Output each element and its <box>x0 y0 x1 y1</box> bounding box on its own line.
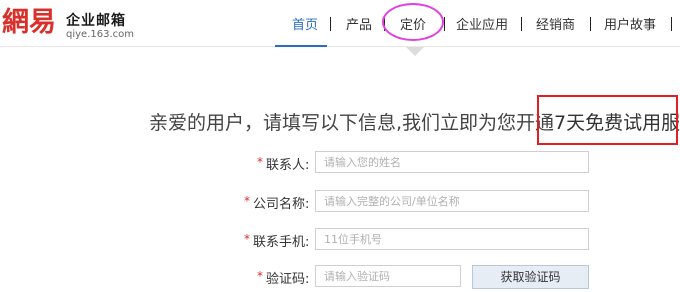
form-row-phone: * 联系手机: <box>0 228 680 252</box>
form-row-company: * 公司名称: <box>0 190 680 214</box>
verification-code-input[interactable] <box>315 265 461 287</box>
brand-title: 企业邮箱 <box>66 13 126 29</box>
header-divider <box>0 46 680 47</box>
nav-item-enterprise-apps[interactable]: 企业应用 <box>456 14 508 33</box>
highlight-box-annotation <box>537 95 678 145</box>
active-tab-indicator <box>275 45 327 47</box>
contact-label: 联系人: <box>266 158 310 173</box>
dropdown-caret-icon <box>406 47 424 56</box>
company-label: 公司名称: <box>253 197 310 212</box>
nav-item-products[interactable]: 产品 <box>346 14 372 33</box>
nav-item-user-stories[interactable]: 用户故事 <box>604 14 656 33</box>
mobile-phone-input[interactable] <box>315 228 589 250</box>
form-row-contact: * 联系人: <box>0 151 680 175</box>
nav-item-home[interactable]: 首页 <box>292 14 318 33</box>
nav-separator <box>671 17 672 31</box>
contact-name-input[interactable] <box>315 151 589 173</box>
nav-item-resellers[interactable]: 经销商 <box>536 14 575 33</box>
required-mark: * <box>244 232 250 246</box>
company-name-input[interactable] <box>315 190 589 212</box>
highlight-circle-annotation <box>382 3 444 41</box>
captcha-label: 验证码: <box>266 272 310 287</box>
nav-separator <box>330 17 331 31</box>
nav-separator <box>590 17 591 31</box>
form-row-captcha: * 验证码: 获取验证码 <box>0 265 680 289</box>
brand-domain: qiye.163.com <box>66 29 134 40</box>
phone-label: 联系手机: <box>253 235 310 250</box>
headline-prefix: 亲爱的用户，请填写以下信息,我们立即为您开通 <box>149 112 555 134</box>
nav-separator <box>521 17 522 31</box>
required-mark: * <box>257 155 263 169</box>
svg-text:網易: 網易 <box>2 6 56 38</box>
required-mark: * <box>257 269 263 283</box>
nav-separator <box>444 17 445 31</box>
get-verification-code-button[interactable]: 获取验证码 <box>472 265 589 289</box>
netease-logo-icon: 網易 <box>2 6 56 38</box>
required-mark: * <box>244 194 250 208</box>
